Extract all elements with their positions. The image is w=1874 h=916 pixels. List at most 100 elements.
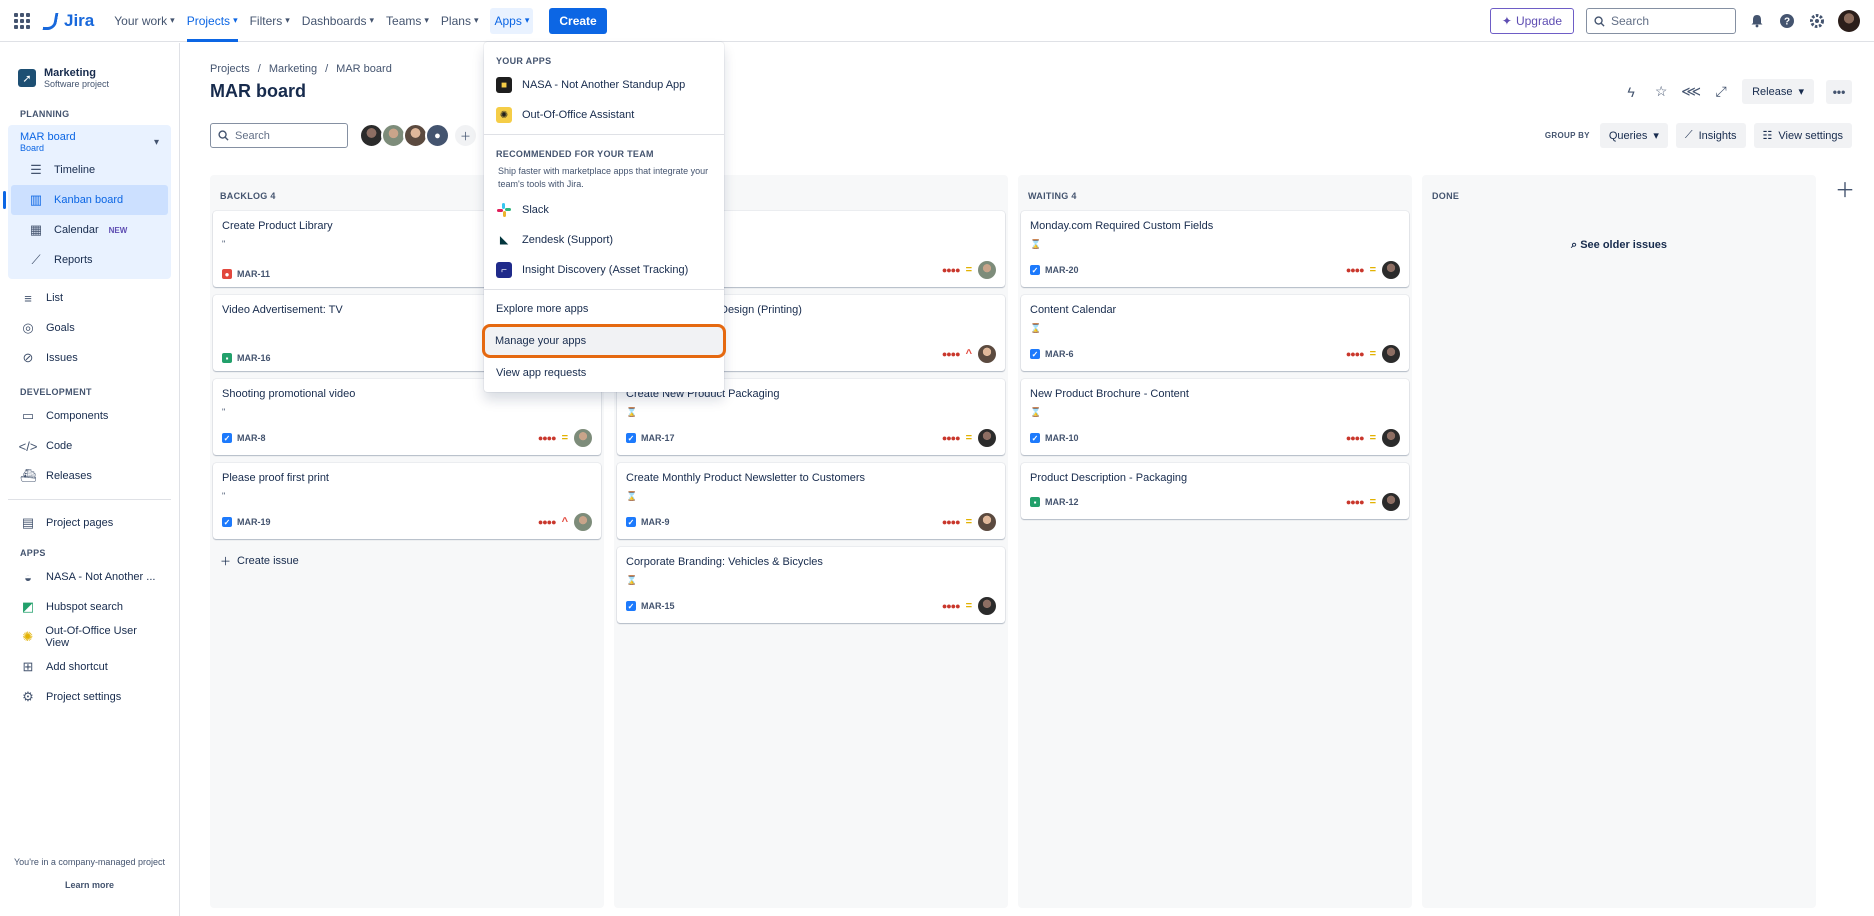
avatar[interactable]: [978, 261, 996, 279]
add-people-icon[interactable]: ＋: [453, 123, 478, 148]
sidebar-item-kanban-board[interactable]: ▥ Kanban board: [3, 185, 168, 215]
more-actions-button[interactable]: •••: [1826, 79, 1852, 104]
sidebar-item-nasa-app[interactable]: ◒ NASA - Not Another ...: [0, 562, 179, 592]
learn-more-link[interactable]: Learn more: [0, 880, 179, 890]
avatar[interactable]: [574, 513, 592, 531]
avatar[interactable]: [574, 429, 592, 447]
rocket-icon: ➚: [18, 69, 36, 87]
sidebar-item-add-shortcut[interactable]: ⊞ Add shortcut: [0, 652, 179, 682]
global-search-input[interactable]: Search: [1586, 8, 1736, 34]
jira-logo-icon: [42, 12, 60, 30]
issue-key-text: MAR-8: [237, 433, 266, 443]
nav-teams[interactable]: Teams ▾: [386, 0, 429, 42]
unassigned-avatar[interactable]: ●: [425, 123, 450, 148]
menu-item-zendesk[interactable]: ◣ Zendesk (Support): [484, 225, 724, 255]
goals-icon: ◎: [22, 320, 34, 335]
menu-divider: [484, 289, 724, 290]
nav-plans[interactable]: Plans ▾: [441, 0, 479, 42]
sidebar-item-project-settings[interactable]: ⚙ Project settings: [0, 682, 179, 712]
issue-card[interactable]: Corporate Branding: Vehicles & Bicycles …: [617, 547, 1005, 623]
board-search-input[interactable]: Search: [210, 123, 348, 148]
issue-key: ✓ MAR-17: [626, 433, 675, 443]
menu-item-out-of-office[interactable]: ✺ Out-Of-Office Assistant: [484, 100, 724, 130]
sidebar-item-out-of-office[interactable]: ✺ Out-Of-Office User View: [0, 622, 179, 652]
avatar[interactable]: [1382, 345, 1400, 363]
avatar[interactable]: [1382, 493, 1400, 511]
issue-card[interactable]: Monday.com Required Custom Fields ⌛ ✓ MAR…: [1021, 211, 1409, 287]
sidebar-item-hubspot[interactable]: ◩ Hubspot search: [0, 592, 179, 622]
group-by-dropdown[interactable]: Queries ▾: [1599, 123, 1668, 148]
sidebar-item-project-pages[interactable]: ▤ Project pages: [0, 508, 179, 538]
app-switcher-icon[interactable]: [14, 12, 30, 29]
task-checkbox-icon: ✓: [1030, 349, 1040, 359]
sidebar-item-timeline[interactable]: ☰ Timeline: [8, 155, 171, 185]
explore-more-apps-link[interactable]: Explore more apps: [484, 294, 724, 324]
fullscreen-icon[interactable]: ⤢: [1712, 83, 1730, 101]
sidebar-item-label: Kanban board: [54, 194, 124, 206]
insights-button[interactable]: ⟋ Insights: [1675, 123, 1746, 148]
sidebar-item-label: Add shortcut: [46, 661, 108, 673]
breadcrumb-board[interactable]: MAR board: [336, 63, 392, 75]
jira-logo[interactable]: Jira: [42, 11, 94, 31]
issue-card[interactable]: Please proof first print " ✓ MAR-19 ●●●● ^: [213, 463, 601, 539]
view-settings-button[interactable]: ☷ View settings: [1753, 123, 1852, 148]
release-button[interactable]: Release ▾: [1742, 79, 1814, 104]
star-icon[interactable]: ☆: [1652, 83, 1670, 101]
see-older-issues-link[interactable]: ⌕ See older issues: [1422, 239, 1816, 252]
issue-key: ✓ MAR-9: [626, 517, 670, 527]
nav-filters[interactable]: Filters ▾: [250, 0, 290, 42]
story-icon: ▪: [1030, 497, 1040, 507]
sidebar-item-releases[interactable]: ⛴ Releases: [0, 461, 179, 491]
create-button[interactable]: Create: [549, 7, 607, 34]
profile-avatar[interactable]: [1838, 10, 1860, 32]
avatar[interactable]: [978, 429, 996, 447]
manage-your-apps-link[interactable]: Manage your apps: [482, 324, 726, 358]
sidebar-item-goals[interactable]: ◎ Goals: [0, 313, 179, 343]
card-footer: ✓ MAR-20 ●●●● =: [1030, 261, 1400, 279]
avatar[interactable]: [1382, 429, 1400, 447]
breadcrumb-projects[interactable]: Projects: [210, 63, 250, 75]
project-header[interactable]: ➚ Marketing Software project: [0, 43, 179, 89]
planning-section-title: PLANNING: [20, 109, 70, 119]
sidebar-item-components[interactable]: ▭ Components: [0, 401, 179, 431]
avatar[interactable]: [978, 345, 996, 363]
lightning-icon[interactable]: ϟ: [1622, 83, 1640, 101]
menu-item-nasa-app[interactable]: ■ NASA - Not Another Standup App: [484, 70, 724, 100]
see-older-label: See older issues: [1580, 239, 1668, 251]
notifications-icon[interactable]: [1748, 12, 1766, 30]
issue-card[interactable]: Product Description - Packaging ▪ MAR-12 …: [1021, 463, 1409, 519]
board-selector[interactable]: MAR board Board ▾: [8, 125, 171, 155]
settings-gear-icon[interactable]: [1808, 12, 1826, 30]
priority-medium-icon: =: [965, 432, 972, 444]
avatar[interactable]: [1382, 261, 1400, 279]
create-issue-button[interactable]: ＋ Create issue: [210, 547, 604, 575]
help-icon[interactable]: ?: [1778, 12, 1796, 30]
avatar[interactable]: [978, 597, 996, 615]
avatar[interactable]: [978, 513, 996, 531]
issue-card[interactable]: Content Calendar ⌛ ✓ MAR-6 ●●●● =: [1021, 295, 1409, 371]
nav-projects[interactable]: Projects ▾: [186, 0, 238, 42]
issue-key: ✓ MAR-10: [1030, 433, 1079, 443]
sidebar-item-list[interactable]: ≡ List: [0, 283, 179, 313]
nav-dashboards[interactable]: Dashboards ▾: [302, 0, 374, 42]
upgrade-button[interactable]: ✦ Upgrade: [1489, 8, 1574, 34]
menu-item-slack[interactable]: Slack: [484, 195, 724, 225]
add-column-icon[interactable]: ＋: [1834, 177, 1856, 202]
share-icon[interactable]: ⋘: [1681, 83, 1701, 101]
sidebar-item-issues[interactable]: ⊘ Issues: [0, 343, 179, 373]
issue-card[interactable]: Create Monthly Product Newsletter to Cus…: [617, 463, 1005, 539]
menu-item-insight-discovery[interactable]: ⌐ Insight Discovery (Asset Tracking): [484, 255, 724, 285]
top-right-actions: ✦ Upgrade Search ?: [1489, 8, 1860, 34]
issue-card[interactable]: New Product Brochure - Content ⌛ ✓ MAR-10…: [1021, 379, 1409, 455]
search-placeholder: Search: [1611, 14, 1650, 28]
sidebar-item-calendar[interactable]: ▦ Calendar NEW: [8, 215, 171, 245]
list-icon: ≡: [24, 290, 32, 306]
nav-apps[interactable]: Apps ▾: [490, 7, 534, 34]
breadcrumb-marketing[interactable]: Marketing: [269, 63, 317, 75]
issues-icon: ⊘: [22, 350, 34, 365]
sidebar-item-code[interactable]: </> Code: [0, 431, 179, 461]
view-app-requests-link[interactable]: View app requests: [484, 358, 724, 388]
project-sidebar: ➚ Marketing Software project PLANNING MA…: [0, 43, 180, 916]
sidebar-item-reports[interactable]: ⟋ Reports: [8, 245, 171, 275]
nav-your-work[interactable]: Your work ▾: [114, 0, 174, 42]
